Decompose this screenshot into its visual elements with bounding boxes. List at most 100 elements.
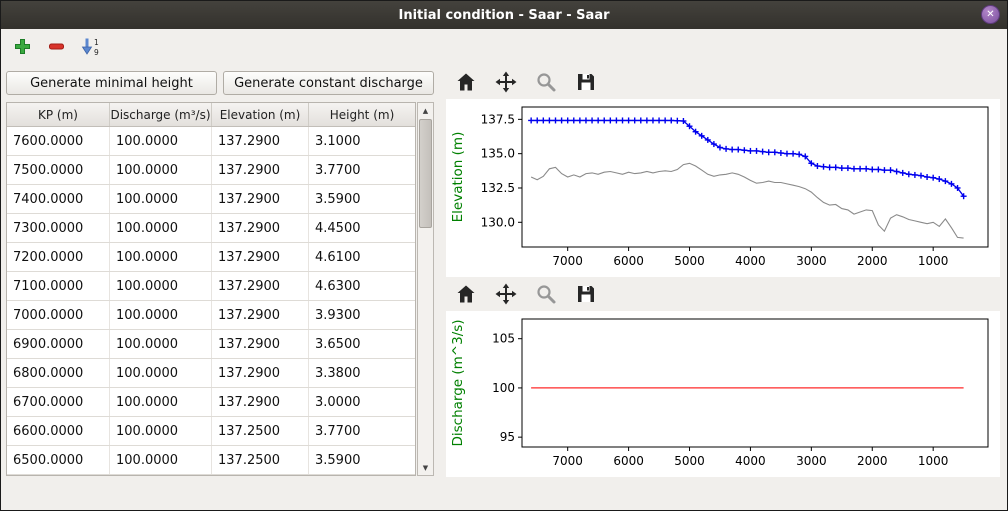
generate-minimal-height-button[interactable]: Generate minimal height bbox=[6, 71, 217, 95]
table-cell[interactable]: 7400.0000 bbox=[7, 185, 110, 213]
table-row[interactable]: 7600.0000100.0000137.29003.1000 bbox=[7, 127, 415, 156]
table-cell[interactable]: 100.0000 bbox=[110, 127, 212, 155]
table-cell[interactable]: 3.3800 bbox=[309, 359, 415, 387]
table-cell[interactable]: 3.6500 bbox=[309, 330, 415, 358]
table-cell[interactable]: 7200.0000 bbox=[7, 243, 110, 271]
table-cell[interactable]: 3.5900 bbox=[309, 446, 415, 474]
table-cell[interactable]: 137.2900 bbox=[212, 127, 309, 155]
table-body: 7600.0000100.0000137.29003.10007500.0000… bbox=[7, 127, 415, 475]
svg-text:100: 100 bbox=[492, 381, 515, 395]
table-row[interactable]: 6800.0000100.0000137.29003.3800 bbox=[7, 359, 415, 388]
table-cell[interactable]: 3.0000 bbox=[309, 388, 415, 416]
table-cell[interactable]: 100.0000 bbox=[110, 214, 212, 242]
table-cell[interactable]: 100.0000 bbox=[110, 272, 212, 300]
table-row[interactable]: 6600.0000100.0000137.25003.7700 bbox=[7, 417, 415, 446]
column-header-height[interactable]: Height (m) bbox=[309, 103, 415, 126]
table-row[interactable]: 7400.0000100.0000137.29003.5900 bbox=[7, 185, 415, 214]
svg-text:Discharge (m^3/s): Discharge (m^3/s) bbox=[450, 319, 466, 446]
table-cell[interactable]: 137.2500 bbox=[212, 417, 309, 445]
pan-icon bbox=[495, 283, 517, 305]
table-row[interactable]: 7300.0000100.0000137.29004.4500 bbox=[7, 214, 415, 243]
discharge-chart[interactable]: 700060005000400030002000100010510095Disc… bbox=[446, 311, 1000, 477]
table-row[interactable]: 7000.0000100.0000137.29003.9300 bbox=[7, 301, 415, 330]
table-cell[interactable]: 137.2900 bbox=[212, 359, 309, 387]
svg-text:105: 105 bbox=[492, 332, 515, 346]
table-scrollbar[interactable]: ▲ ▼ bbox=[417, 102, 434, 476]
scroll-up-icon[interactable]: ▲ bbox=[418, 103, 433, 118]
scroll-down-icon[interactable]: ▼ bbox=[418, 460, 433, 475]
svg-text:130.0: 130.0 bbox=[481, 215, 515, 229]
table-cell[interactable]: 7000.0000 bbox=[7, 301, 110, 329]
home-icon bbox=[455, 71, 477, 93]
plot-zoom-button[interactable] bbox=[534, 282, 558, 306]
titlebar[interactable]: Initial condition - Saar - Saar ✕ bbox=[1, 1, 1007, 29]
discharge-plot-toolbar bbox=[446, 277, 1001, 311]
plot-pan-button[interactable] bbox=[494, 282, 518, 306]
table-cell[interactable]: 100.0000 bbox=[110, 417, 212, 445]
table-cell[interactable]: 137.2900 bbox=[212, 243, 309, 271]
table-cell[interactable]: 3.7700 bbox=[309, 156, 415, 184]
main-content: Generate minimal height Generate constan… bbox=[1, 63, 1007, 477]
table-cell[interactable]: 137.2900 bbox=[212, 301, 309, 329]
sort-descending-icon: 1 9 bbox=[80, 37, 100, 56]
table-cell[interactable]: 100.0000 bbox=[110, 185, 212, 213]
close-icon[interactable]: ✕ bbox=[981, 5, 1000, 24]
table-cell[interactable]: 3.5900 bbox=[309, 185, 415, 213]
table-row[interactable]: 6500.0000100.0000137.25003.5900 bbox=[7, 446, 415, 475]
table-cell[interactable]: 3.1000 bbox=[309, 127, 415, 155]
table-cell[interactable]: 137.2900 bbox=[212, 330, 309, 358]
plot-pan-button[interactable] bbox=[494, 70, 518, 94]
table-cell[interactable]: 3.7700 bbox=[309, 417, 415, 445]
table-cell[interactable]: 100.0000 bbox=[110, 301, 212, 329]
table-cell[interactable]: 137.2900 bbox=[212, 214, 309, 242]
table-cell[interactable]: 100.0000 bbox=[110, 388, 212, 416]
pan-icon bbox=[495, 71, 517, 93]
svg-text:5000: 5000 bbox=[674, 454, 705, 468]
table-row[interactable]: 6900.0000100.0000137.29003.6500 bbox=[7, 330, 415, 359]
plot-home-button[interactable] bbox=[454, 70, 478, 94]
table-cell[interactable]: 3.9300 bbox=[309, 301, 415, 329]
table-cell[interactable]: 7600.0000 bbox=[7, 127, 110, 155]
table-cell[interactable]: 100.0000 bbox=[110, 359, 212, 387]
table-cell[interactable]: 100.0000 bbox=[110, 330, 212, 358]
table-cell[interactable]: 6600.0000 bbox=[7, 417, 110, 445]
scrollbar-thumb[interactable] bbox=[419, 119, 432, 228]
elevation-chart[interactable]: 7000600050004000300020001000137.5135.013… bbox=[446, 99, 1000, 277]
plot-save-button[interactable] bbox=[574, 282, 598, 306]
column-header-discharge[interactable]: Discharge (m³/s) bbox=[110, 103, 212, 126]
table-row[interactable]: 7100.0000100.0000137.29004.6300 bbox=[7, 272, 415, 301]
plot-save-button[interactable] bbox=[574, 70, 598, 94]
table-cell[interactable]: 7100.0000 bbox=[7, 272, 110, 300]
table-cell[interactable]: 6500.0000 bbox=[7, 446, 110, 474]
table-cell[interactable]: 100.0000 bbox=[110, 156, 212, 184]
delete-row-button[interactable] bbox=[45, 35, 67, 57]
plot-home-button[interactable] bbox=[454, 282, 478, 306]
table-cell[interactable]: 137.2900 bbox=[212, 156, 309, 184]
table-cell[interactable]: 7300.0000 bbox=[7, 214, 110, 242]
table-cell[interactable]: 6700.0000 bbox=[7, 388, 110, 416]
table-cell[interactable]: 6900.0000 bbox=[7, 330, 110, 358]
svg-text:95: 95 bbox=[500, 430, 515, 444]
table-cell[interactable]: 4.6300 bbox=[309, 272, 415, 300]
table-row[interactable]: 7200.0000100.0000137.29004.6100 bbox=[7, 243, 415, 272]
table-cell[interactable]: 4.4500 bbox=[309, 214, 415, 242]
generate-constant-discharge-button[interactable]: Generate constant discharge bbox=[223, 71, 434, 95]
table-row[interactable]: 6700.0000100.0000137.29003.0000 bbox=[7, 388, 415, 417]
plot-zoom-button[interactable] bbox=[534, 70, 558, 94]
column-header-elevation[interactable]: Elevation (m) bbox=[212, 103, 309, 126]
scrollbar-track[interactable] bbox=[418, 118, 433, 460]
table-row[interactable]: 7500.0000100.0000137.29003.7700 bbox=[7, 156, 415, 185]
table-cell[interactable]: 137.2900 bbox=[212, 388, 309, 416]
table-cell[interactable]: 137.2900 bbox=[212, 185, 309, 213]
table-cell[interactable]: 137.2900 bbox=[212, 272, 309, 300]
table-cell[interactable]: 100.0000 bbox=[110, 446, 212, 474]
home-icon bbox=[455, 283, 477, 305]
sort-rows-button[interactable]: 1 9 bbox=[79, 35, 101, 57]
column-header-kp[interactable]: KP (m) bbox=[7, 103, 110, 126]
table-cell[interactable]: 137.2500 bbox=[212, 446, 309, 474]
table-cell[interactable]: 6800.0000 bbox=[7, 359, 110, 387]
add-row-button[interactable] bbox=[11, 35, 33, 57]
table-cell[interactable]: 100.0000 bbox=[110, 243, 212, 271]
table-cell[interactable]: 4.6100 bbox=[309, 243, 415, 271]
table-cell[interactable]: 7500.0000 bbox=[7, 156, 110, 184]
